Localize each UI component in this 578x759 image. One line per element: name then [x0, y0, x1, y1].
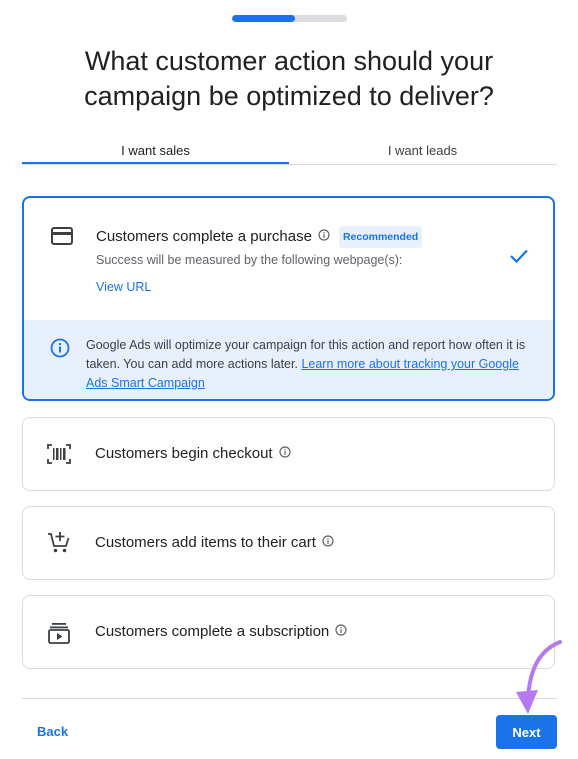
option-card-header: Customers complete a purchase Recommende… — [24, 198, 553, 322]
next-button[interactable]: Next — [496, 715, 557, 749]
page-title: What customer action should your campaig… — [0, 44, 578, 114]
annotation-arrow-icon — [516, 640, 562, 714]
info-icon[interactable] — [318, 227, 330, 247]
footer-divider — [22, 698, 557, 699]
option-label-subscription: Customers complete a subscription — [95, 622, 347, 642]
option-card-checkout[interactable]: Customers begin checkout — [22, 417, 555, 491]
notice-text: Google Ads will optimize your campaign f… — [86, 336, 536, 393]
subscription-icon — [47, 621, 71, 645]
option-subtitle: Success will be measured by the followin… — [96, 253, 403, 267]
info-icon[interactable] — [278, 444, 291, 464]
info-icon[interactable] — [322, 533, 334, 553]
check-icon — [509, 248, 529, 269]
back-button[interactable]: Back — [37, 724, 68, 739]
view-url-link[interactable]: View URL — [96, 280, 151, 294]
option-label-checkout: Customers begin checkout — [95, 444, 291, 464]
info-circle-icon — [48, 336, 72, 360]
title-line-2: campaign be optimized to deliver? — [84, 81, 494, 111]
add-to-cart-icon — [47, 531, 71, 555]
title-line-1: What customer action should your — [84, 46, 494, 76]
option-card-add-to-cart[interactable]: Customers add items to their cart — [22, 506, 555, 580]
option-card-subscription[interactable]: Customers complete a subscription — [22, 595, 555, 669]
info-icon[interactable] — [335, 622, 347, 642]
option-label-text: Customers complete a subscription — [95, 623, 330, 640]
progress-bar — [232, 15, 347, 22]
option-title: Customers complete a purchase Recommende… — [96, 226, 423, 248]
credit-card-icon — [50, 224, 74, 248]
option-card-purchase[interactable]: Customers complete a purchase Recommende… — [22, 196, 555, 401]
option-label-add-to-cart: Customers add items to their cart — [95, 533, 334, 553]
goal-tabs: I want sales I want leads — [22, 140, 557, 165]
barcode-scan-icon — [47, 442, 71, 466]
option-label-text: Customers add items to their cart — [95, 534, 316, 551]
option-title-text: Customers complete a purchase — [96, 228, 312, 245]
option-label-text: Customers begin checkout — [95, 445, 273, 462]
info-notice: Google Ads will optimize your campaign f… — [24, 320, 553, 399]
tab-leads[interactable]: I want leads — [289, 140, 556, 164]
recommended-badge: Recommended — [338, 226, 423, 248]
tab-sales[interactable]: I want sales — [22, 140, 289, 164]
progress-fill — [232, 15, 296, 22]
